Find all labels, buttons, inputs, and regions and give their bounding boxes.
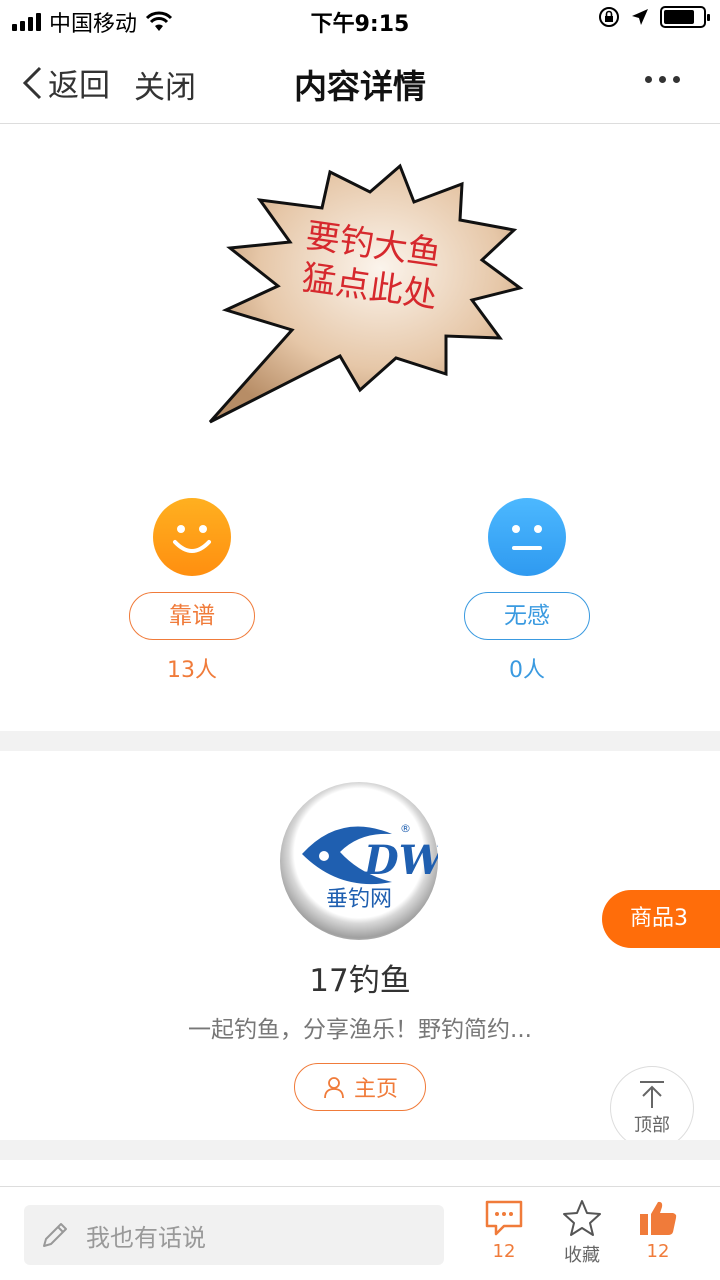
battery-icon: [660, 6, 710, 28]
like-count-bottom: 12: [646, 1241, 670, 1262]
like-thumb-button[interactable]: 12: [628, 1199, 688, 1262]
neutral-button[interactable]: 无感: [464, 592, 590, 640]
comment-input[interactable]: 我也有话说: [24, 1205, 444, 1265]
favorite-button[interactable]: 收藏: [552, 1199, 612, 1267]
section-divider-bottom: [0, 1140, 720, 1160]
author-home-button[interactable]: 主页: [294, 1063, 426, 1111]
goods-tab-button[interactable]: 商品3: [602, 890, 720, 948]
arrow-up-icon: [640, 1081, 664, 1108]
neutral-count: 0人: [509, 658, 545, 683]
favorite-label: 收藏: [564, 1245, 600, 1266]
thumbs-up-icon: [640, 1201, 677, 1235]
reaction-neutral: 无感 0人: [464, 498, 590, 684]
promo-banner[interactable]: 要钓大鱼 猛点此处: [200, 160, 530, 440]
neutral-face-icon: [488, 498, 566, 576]
location-icon: [632, 9, 648, 25]
status-right: [598, 6, 710, 28]
author-name[interactable]: 17钓鱼: [0, 955, 720, 1000]
home-label: 主页: [353, 1077, 398, 1102]
page-title: 内容详情: [294, 67, 426, 106]
comment-icon: [485, 1200, 523, 1236]
comment-placeholder: 我也有话说: [86, 1223, 206, 1252]
section-divider: [0, 731, 720, 751]
more-icon[interactable]: [645, 76, 680, 83]
author-avatar[interactable]: DW 垂钓网 ®: [280, 782, 448, 940]
avatar-logo-text: DW: [363, 837, 438, 884]
registered-mark: ®: [400, 822, 411, 835]
nav-bar: 返回 关闭 内容详情: [0, 40, 720, 124]
like-count: 13人: [167, 658, 217, 683]
bottom-action-bar: 我也有话说 12 收藏 12: [0, 1186, 720, 1280]
like-button[interactable]: 靠谱: [129, 592, 255, 640]
smile-face-icon: [153, 498, 231, 576]
orientation-lock-icon: [599, 7, 619, 27]
status-bar: 中国移动 下午9:15: [0, 0, 720, 40]
author-description: 一起钓鱼，分享渔乐！野钓简约...: [188, 1017, 532, 1043]
back-to-top-button[interactable]: 顶部: [610, 1066, 694, 1150]
reaction-like: 靠谱 13人: [129, 498, 255, 684]
star-icon: [563, 1200, 601, 1236]
top-label: 顶部: [634, 1115, 670, 1136]
avatar-logo-subtext: 垂钓网: [326, 887, 392, 912]
user-icon: [324, 1077, 344, 1099]
comment-count: 12: [492, 1241, 516, 1262]
pencil-icon: [43, 1223, 67, 1247]
comment-button[interactable]: 12: [474, 1199, 534, 1262]
